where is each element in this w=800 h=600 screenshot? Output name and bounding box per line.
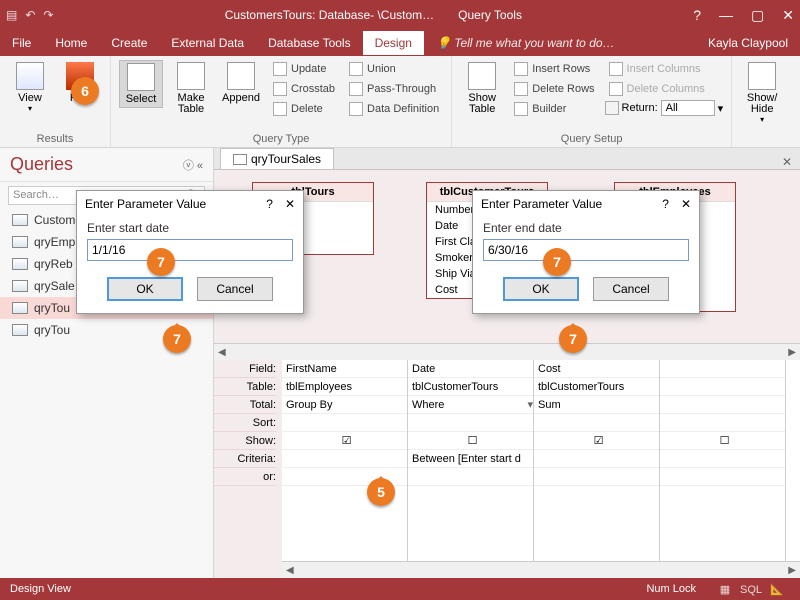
insert-rows-button[interactable]: Insert Rows bbox=[510, 60, 598, 78]
delete-rows-button[interactable]: Delete Rows bbox=[510, 80, 598, 98]
window-title: CustomersTours: Database- \Custom… bbox=[225, 8, 434, 22]
tab-home[interactable]: Home bbox=[43, 31, 99, 55]
status-bar: Design View Num Lock ▦SQL📐 bbox=[0, 578, 800, 600]
query-icon bbox=[12, 236, 28, 248]
hscroll[interactable]: ◀▶ bbox=[214, 343, 800, 360]
query-grid[interactable]: Field:Table:Total:Sort:Show:Criteria:or:… bbox=[214, 360, 800, 578]
query-icon bbox=[12, 258, 28, 270]
view-button[interactable]: View▾ bbox=[8, 60, 52, 115]
delete-columns-button[interactable]: Delete Columns bbox=[605, 80, 724, 98]
show-hide-button[interactable]: Show/ Hide▾ bbox=[740, 60, 784, 126]
query-icon bbox=[12, 280, 28, 292]
design-view-icon: 📐 bbox=[764, 583, 790, 596]
status-text: Design View bbox=[10, 583, 71, 595]
close-icon[interactable]: ✕ bbox=[681, 197, 691, 211]
tab-database-tools[interactable]: Database Tools bbox=[256, 31, 363, 55]
context-tab-title: Query Tools bbox=[458, 8, 522, 22]
help-icon[interactable]: ? bbox=[662, 197, 669, 211]
quick-access-toolbar: ▤ ↶ ↷ bbox=[6, 8, 53, 22]
data-definition-button[interactable]: Data Definition bbox=[345, 100, 443, 118]
titlebar: ▤ ↶ ↷ CustomersTours: Database- \Custom…… bbox=[0, 0, 800, 30]
close-icon[interactable]: ✕ bbox=[285, 197, 295, 211]
callout-badge: 6 bbox=[71, 77, 99, 105]
query-icon bbox=[233, 154, 247, 165]
help-icon[interactable]: ? bbox=[266, 197, 273, 211]
sql-view-icon: SQL bbox=[738, 584, 764, 596]
tab-external-data[interactable]: External Data bbox=[159, 31, 256, 55]
select-query-button[interactable]: Select bbox=[119, 60, 163, 108]
append-button[interactable]: Append bbox=[219, 60, 263, 106]
crosstab-button[interactable]: Crosstab bbox=[269, 80, 339, 98]
numlock-indicator: Num Lock bbox=[646, 583, 696, 595]
builder-button[interactable]: Builder bbox=[510, 100, 598, 118]
grid-col[interactable]: FirstNametblEmployeesGroup By☑ bbox=[282, 360, 408, 578]
callout-badge: 7 bbox=[559, 325, 587, 353]
help-icon[interactable]: ? bbox=[693, 7, 701, 24]
tell-me-input[interactable]: 💡 Tell me what you want to do… bbox=[424, 31, 627, 55]
show-table-button[interactable]: Show Table bbox=[460, 60, 504, 117]
query-icon bbox=[12, 214, 28, 226]
grid-col[interactable]: CosttblCustomerToursSum☑ bbox=[534, 360, 660, 578]
delete-button[interactable]: Delete bbox=[269, 100, 339, 118]
hscroll[interactable]: ◀▶ bbox=[282, 561, 800, 578]
group-label-results: Results bbox=[8, 131, 102, 145]
insert-columns-button[interactable]: Insert Columns bbox=[605, 60, 724, 78]
query-icon bbox=[12, 302, 28, 314]
nav-title[interactable]: Queries bbox=[10, 154, 73, 175]
ribbon-tabs: File Home Create External Data Database … bbox=[0, 30, 800, 56]
parameter-dialog-end: Enter Parameter Value ?✕ Enter end date … bbox=[472, 190, 700, 314]
group-label-showhide bbox=[740, 143, 784, 145]
dialog-label: Enter end date bbox=[483, 221, 689, 235]
datasheet-view-icon: ▦ bbox=[712, 583, 738, 596]
parameter-dialog-start: Enter Parameter Value ? ✕ Enter start dat… bbox=[76, 190, 304, 314]
ribbon: View▾ Run Results Select Make Table Appe… bbox=[0, 56, 800, 148]
union-button[interactable]: Union bbox=[345, 60, 443, 78]
minimize-icon[interactable]: — bbox=[719, 7, 733, 24]
callout-badge: 5 bbox=[367, 478, 395, 506]
doc-tab[interactable]: qryTourSales bbox=[220, 148, 334, 169]
make-table-button[interactable]: Make Table bbox=[169, 60, 213, 117]
undo-icon[interactable]: ↶ bbox=[25, 8, 35, 22]
user-name[interactable]: Kayla Claypool bbox=[708, 36, 800, 50]
close-icon[interactable]: ✕ bbox=[782, 7, 794, 24]
tab-design[interactable]: Design bbox=[363, 31, 424, 55]
callout-badge: 7 bbox=[543, 248, 571, 276]
tab-file[interactable]: File bbox=[0, 31, 43, 55]
dialog-label: Enter start date bbox=[87, 221, 293, 235]
redo-icon[interactable]: ↷ bbox=[43, 8, 53, 22]
group-label-querytype: Query Type bbox=[119, 131, 443, 145]
callout-badge: 7 bbox=[163, 325, 191, 353]
tab-create[interactable]: Create bbox=[99, 31, 159, 55]
cancel-button[interactable]: Cancel bbox=[593, 277, 669, 301]
app-icon: ▤ bbox=[6, 8, 17, 22]
dialog-title: Enter Parameter Value bbox=[85, 197, 206, 211]
update-button[interactable]: Update bbox=[269, 60, 339, 78]
passthrough-button[interactable]: Pass-Through bbox=[345, 80, 443, 98]
query-icon bbox=[12, 324, 28, 336]
ok-button[interactable]: OK bbox=[107, 277, 183, 301]
callout-badge: 7 bbox=[147, 248, 175, 276]
grid-row-labels: Field:Table:Total:Sort:Show:Criteria:or: bbox=[214, 360, 282, 578]
close-tab-icon[interactable]: ✕ bbox=[782, 155, 792, 169]
maximize-icon[interactable]: ▢ bbox=[751, 7, 764, 24]
grid-col[interactable]: DatetblCustomerToursWhere▾☐Between [Ente… bbox=[408, 360, 534, 578]
parameter-input[interactable] bbox=[87, 239, 293, 261]
parameter-input[interactable] bbox=[483, 239, 689, 261]
dialog-title: Enter Parameter Value bbox=[481, 197, 602, 211]
cancel-button[interactable]: Cancel bbox=[197, 277, 273, 301]
grid-col[interactable]: ☐ bbox=[660, 360, 786, 578]
group-label-querysetup: Query Setup bbox=[460, 131, 723, 145]
ok-button[interactable]: OK bbox=[503, 277, 579, 301]
view-switcher[interactable]: ▦SQL📐 bbox=[712, 583, 790, 596]
return-combo[interactable]: Return:All▾ bbox=[605, 100, 724, 116]
